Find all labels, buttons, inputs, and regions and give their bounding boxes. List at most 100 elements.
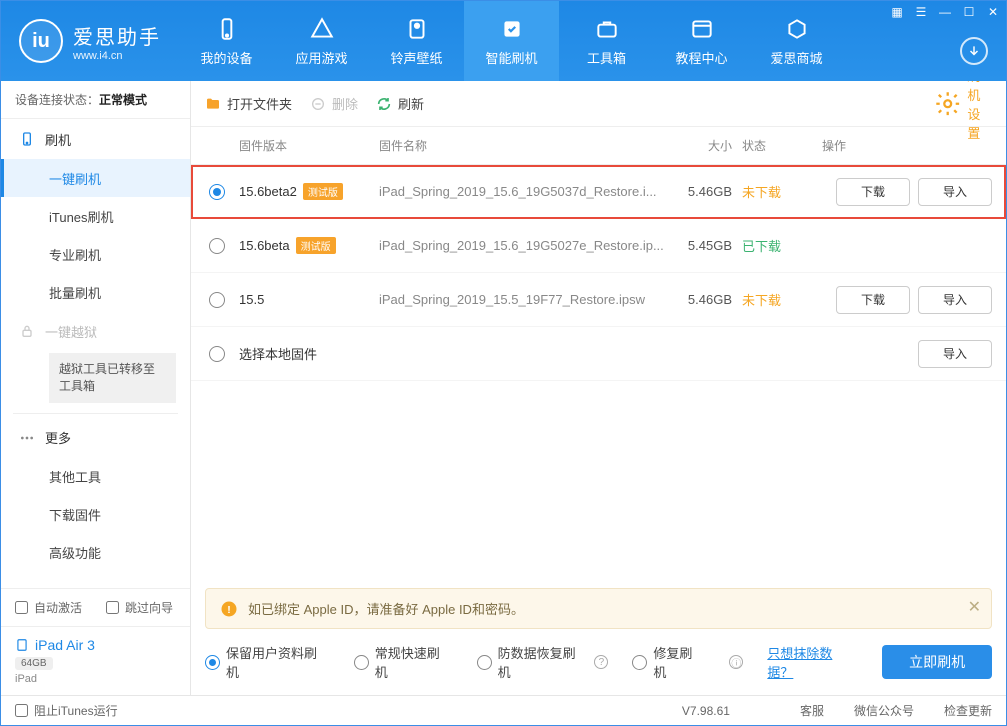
opt-fast-flash[interactable]: 常规快速刷机 [354,643,453,681]
col-version: 固件版本 [239,137,379,154]
nav-tab-4[interactable]: 工具箱 [559,1,654,81]
version-label: V7.98.61 [682,704,730,718]
nav-tab-label: 智能刷机 [485,48,537,67]
sidebar-item-download-firmware[interactable]: 下载固件 [1,496,190,534]
toolbar: 打开文件夹 删除 刷新 刷机设置 [191,81,1006,127]
flash-options: 保留用户资料刷机 常规快速刷机 防数据恢复刷机 ? 修复刷机 ⓘ 只想抹除数据？ [205,643,992,681]
wipe-data-link[interactable]: 只想抹除数据？ [767,643,858,681]
col-size: 大小 [666,137,742,154]
nav-tab-label: 铃声壁纸 [390,48,442,67]
titlebar: ▦ ☰ — ☐ ✕ iu 爱思助手 www.i4.cn 我的设备应用游戏铃声壁纸… [1,1,1006,81]
skip-guide-checkbox[interactable] [106,601,119,614]
app-subtitle: www.i4.cn [73,50,161,62]
opt-keep-data[interactable]: 保留用户资料刷机 [205,643,330,681]
help-icon[interactable]: ? [594,655,608,669]
sidebar-header-flash-label: 刷机 [45,130,71,149]
beta-badge: 测试版 [296,237,336,254]
sidebar-item-oneclick-flash[interactable]: 一键刷机 [1,159,190,197]
beta-badge: 测试版 [303,183,343,200]
wechat-link[interactable]: 微信公众号 [854,702,914,719]
firmware-rows: 15.6beta2测试版iPad_Spring_2019_15.6_19G503… [191,165,1006,327]
opt-anti-recovery-label: 防数据恢复刷机 [498,643,589,681]
sidebar-item-pro-flash[interactable]: 专业刷机 [1,235,190,273]
sidebar-header-flash[interactable]: 刷机 [1,119,190,159]
auto-activate-checkbox[interactable] [15,601,28,614]
local-firmware-radio[interactable] [207,345,227,363]
sidebar-header-jailbreak-label: 一键越狱 [45,322,97,341]
col-status: 状态 [742,137,822,154]
app-title: 爱思助手 [73,21,161,50]
menu-icon[interactable]: ☰ [914,5,928,19]
sidebar-item-other-tools[interactable]: 其他工具 [1,458,190,496]
nav-tab-2[interactable]: 铃声壁纸 [369,1,464,81]
close-icon[interactable]: ✕ [986,5,1000,19]
download-manager-icon[interactable] [960,37,988,65]
nav-tab-label: 工具箱 [587,48,626,67]
apple-id-alert: ! 如已绑定 Apple ID，请准备好 Apple ID和密码。 ✕ [205,588,992,629]
auto-activate-label: 自动激活 [34,599,82,616]
firmware-version: 15.6beta测试版 [239,237,379,254]
sidebar-item-batch-flash[interactable]: 批量刷机 [1,273,190,311]
opt-keep-data-label: 保留用户资料刷机 [226,643,330,681]
nav-tabs: 我的设备 应用游戏铃声壁纸 智能刷机 工具箱 教程中心 爱思商城 [179,1,844,81]
download-button[interactable]: 下载 [836,178,910,206]
nav-tab-5[interactable]: 教程中心 [654,1,749,81]
open-folder-label: 打开文件夹 [227,94,292,113]
col-ops: 操作 [822,137,992,154]
sidebar-item-advanced[interactable]: 高级功能 [1,534,190,572]
sidebar-item-itunes-flash[interactable]: iTunes刷机 [1,197,190,235]
connection-status: 设备连接状态：正常模式 [1,81,190,119]
nav-tab-1[interactable]: 应用游戏 [274,1,369,81]
nav-tab-0[interactable]: 我的设备 [179,1,274,81]
refresh-button[interactable]: 刷新 [376,94,424,113]
sidebar-header-more[interactable]: 更多 [1,418,190,458]
firmware-status: 未下载 [742,290,822,309]
table-header: 固件版本 固件名称 大小 状态 操作 [191,127,1006,165]
firmware-size: 5.45GB [666,238,742,253]
minimize-icon[interactable]: — [938,5,952,19]
import-button[interactable]: 导入 [918,178,992,206]
alert-close-icon[interactable]: ✕ [968,597,981,617]
firmware-status: 已下载 [742,236,822,255]
local-import-button[interactable]: 导入 [918,340,992,368]
opt-repair-flash[interactable]: 修复刷机 [632,643,705,681]
local-firmware-label: 选择本地固件 [239,344,822,363]
sidebar: 设备连接状态：正常模式 刷机 一键刷机 iTunes刷机 专业刷机 批量刷机 一… [1,81,191,695]
firmware-radio[interactable] [207,183,227,201]
firmware-row: 15.6beta2测试版iPad_Spring_2019_15.6_19G503… [191,165,1006,219]
opt-repair-flash-label: 修复刷机 [653,643,705,681]
maximize-icon[interactable]: ☐ [962,5,976,19]
open-folder-button[interactable]: 打开文件夹 [205,94,292,113]
firmware-row: 15.6beta测试版iPad_Spring_2019_15.6_19G5027… [191,219,1006,273]
firmware-ops: 下载导入 [822,286,992,314]
firmware-size: 5.46GB [666,184,742,199]
opt-anti-recovery[interactable]: 防数据恢复刷机 ? [477,643,609,681]
firmware-radio[interactable] [207,237,227,255]
sidebar-header-jailbreak: 一键越狱 [1,311,190,351]
flash-now-button[interactable]: 立即刷机 [882,645,992,679]
nav-tab-label: 我的设备 [200,48,252,67]
statusbar: 阻止iTunes运行 V7.98.61 客服 微信公众号 检查更新 [1,695,1006,725]
sidebar-header-more-label: 更多 [45,428,71,447]
grid-icon[interactable]: ▦ [890,5,904,19]
firmware-ops: 下载导入 [822,178,992,206]
col-name: 固件名称 [379,137,666,154]
delete-button: 删除 [310,94,358,113]
block-itunes-label: 阻止iTunes运行 [34,702,118,719]
nav-tab-label: 爱思商城 [770,48,822,67]
import-button[interactable]: 导入 [918,286,992,314]
download-button[interactable]: 下载 [836,286,910,314]
window-controls: ▦ ☰ — ☐ ✕ [890,5,1000,19]
help-icon-2[interactable]: ⓘ [729,655,743,669]
firmware-radio[interactable] [207,291,227,309]
nav-tab-3[interactable]: 智能刷机 [464,1,559,81]
check-update-link[interactable]: 检查更新 [944,702,992,719]
block-itunes-checkbox[interactable] [15,704,28,717]
firmware-name: iPad_Spring_2019_15.6_19G5027e_Restore.i… [379,238,666,253]
nav-tab-label: 教程中心 [675,48,727,67]
device-panel: iPad Air 3 64GB iPad [1,626,190,695]
nav-tab-6[interactable]: 爱思商城 [749,1,844,81]
content: 打开文件夹 删除 刷新 刷机设置 固件版本 固件名称 大小 [191,81,1006,695]
support-link[interactable]: 客服 [800,702,824,719]
refresh-label: 刷新 [398,94,424,113]
